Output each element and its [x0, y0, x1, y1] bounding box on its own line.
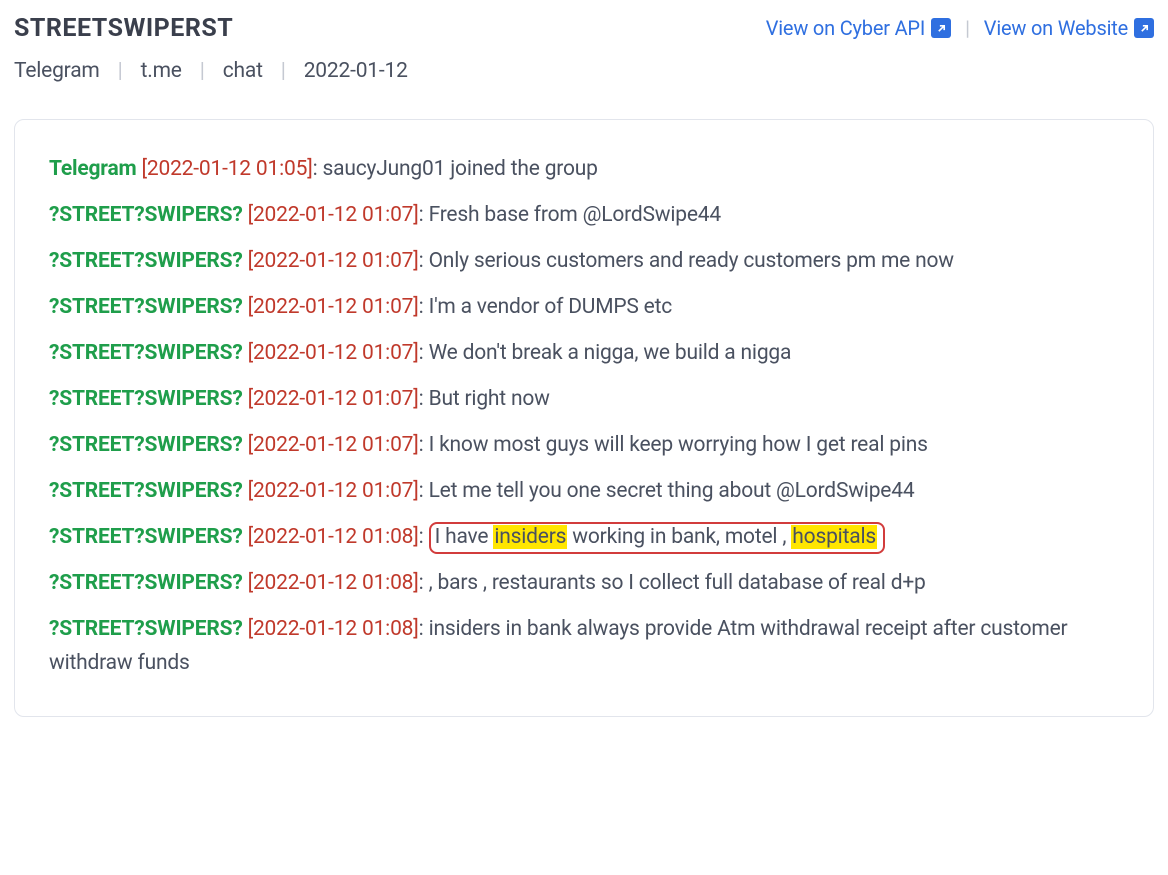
meta-separator: |	[281, 59, 286, 83]
meta-separator: |	[200, 59, 205, 83]
message-timestamp: [2022-01-12 01:07]	[248, 295, 419, 319]
chat-message: ?STREET?SWIPERS? [2022-01-12 01:07]: We …	[49, 336, 1119, 370]
breadcrumb: Telegram | t.me | chat | 2022-01-12	[14, 59, 1154, 83]
header: STREETSWIPERST View on Cyber API | View …	[14, 14, 1154, 43]
message-author: ?STREET?SWIPERS?	[49, 525, 243, 549]
meta-date: 2022-01-12	[304, 59, 408, 83]
message-timestamp: [2022-01-12 01:07]	[248, 433, 419, 457]
action-separator: |	[965, 16, 970, 40]
chat-message: ?STREET?SWIPERS? [2022-01-12 01:07]: Let…	[49, 474, 1119, 508]
link-label: View on Cyber API	[766, 16, 925, 40]
highlighted-span: I have insiders working in bank, motel ,…	[429, 522, 885, 554]
message-timestamp: [2022-01-12 01:07]	[248, 479, 419, 503]
chat-message: ?STREET?SWIPERS? [2022-01-12 01:08]: ins…	[49, 612, 1119, 680]
chat-message: ?STREET?SWIPERS? [2022-01-12 01:07]: Onl…	[49, 244, 1119, 278]
highlight-term: insiders	[493, 525, 567, 549]
chat-message: ?STREET?SWIPERS? [2022-01-12 01:08]: I h…	[49, 520, 1119, 554]
message-author: ?STREET?SWIPERS?	[49, 249, 243, 273]
message-author: ?STREET?SWIPERS?	[49, 433, 243, 457]
highlight-term: hospitals	[791, 525, 877, 549]
meta-separator: |	[118, 59, 123, 83]
message-timestamp: [2022-01-12 01:07]	[248, 387, 419, 411]
message-body: Only serious customers and ready custome…	[429, 249, 954, 273]
message-author: ?STREET?SWIPERS?	[49, 203, 243, 227]
chat-message: ?STREET?SWIPERS? [2022-01-12 01:08]: , b…	[49, 566, 1119, 600]
chat-log-panel: Telegram [2022-01-12 01:05]: saucyJung01…	[14, 119, 1154, 717]
message-timestamp: [2022-01-12 01:08]	[248, 525, 419, 549]
message-body-pre: I have	[435, 525, 494, 549]
message-timestamp: [2022-01-12 01:07]	[248, 249, 419, 273]
message-author: ?STREET?SWIPERS?	[49, 479, 243, 503]
message-body: Let me tell you one secret thing about @…	[429, 479, 915, 503]
message-body: Fresh base from @LordSwipe44	[429, 203, 721, 227]
message-body-mid: working in bank, motel ,	[567, 525, 791, 549]
chat-message: ?STREET?SWIPERS? [2022-01-12 01:07]: But…	[49, 382, 1119, 416]
message-timestamp: [2022-01-12 01:05]	[142, 157, 313, 181]
message-author: ?STREET?SWIPERS?	[49, 295, 243, 319]
message-body: , bars , restaurants so I collect full d…	[429, 571, 926, 595]
message-author: ?STREET?SWIPERS?	[49, 387, 243, 411]
external-link-icon	[1134, 18, 1154, 38]
message-timestamp: [2022-01-12 01:08]	[248, 571, 419, 595]
chat-message: ?STREET?SWIPERS? [2022-01-12 01:07]: Fre…	[49, 198, 1119, 232]
meta-platform: Telegram	[14, 59, 100, 83]
chat-message: Telegram [2022-01-12 01:05]: saucyJung01…	[49, 152, 1119, 186]
message-body: saucyJung01 joined the group	[322, 157, 597, 181]
header-actions: View on Cyber API | View on Website	[766, 16, 1154, 40]
message-body: I know most guys will keep worrying how …	[429, 433, 928, 457]
message-timestamp: [2022-01-12 01:07]	[248, 341, 419, 365]
message-author: ?STREET?SWIPERS?	[49, 341, 243, 365]
message-author: ?STREET?SWIPERS?	[49, 617, 243, 641]
view-on-cyber-api-link[interactable]: View on Cyber API	[766, 16, 951, 40]
message-body: We don't break a nigga, we build a nigga	[429, 341, 792, 365]
message-body: But right now	[429, 387, 550, 411]
message-author: ?STREET?SWIPERS?	[49, 571, 243, 595]
meta-kind: chat	[223, 59, 263, 83]
external-link-icon	[931, 18, 951, 38]
message-body: I'm a vendor of DUMPS etc	[429, 295, 673, 319]
message-timestamp: [2022-01-12 01:08]	[248, 617, 419, 641]
message-author: Telegram	[49, 157, 136, 181]
page-title: STREETSWIPERST	[14, 14, 233, 43]
link-label: View on Website	[984, 16, 1128, 40]
message-timestamp: [2022-01-12 01:07]	[248, 203, 419, 227]
chat-message: ?STREET?SWIPERS? [2022-01-12 01:07]: I'm…	[49, 290, 1119, 324]
view-on-website-link[interactable]: View on Website	[984, 16, 1154, 40]
meta-domain: t.me	[141, 59, 182, 83]
chat-message: ?STREET?SWIPERS? [2022-01-12 01:07]: I k…	[49, 428, 1119, 462]
